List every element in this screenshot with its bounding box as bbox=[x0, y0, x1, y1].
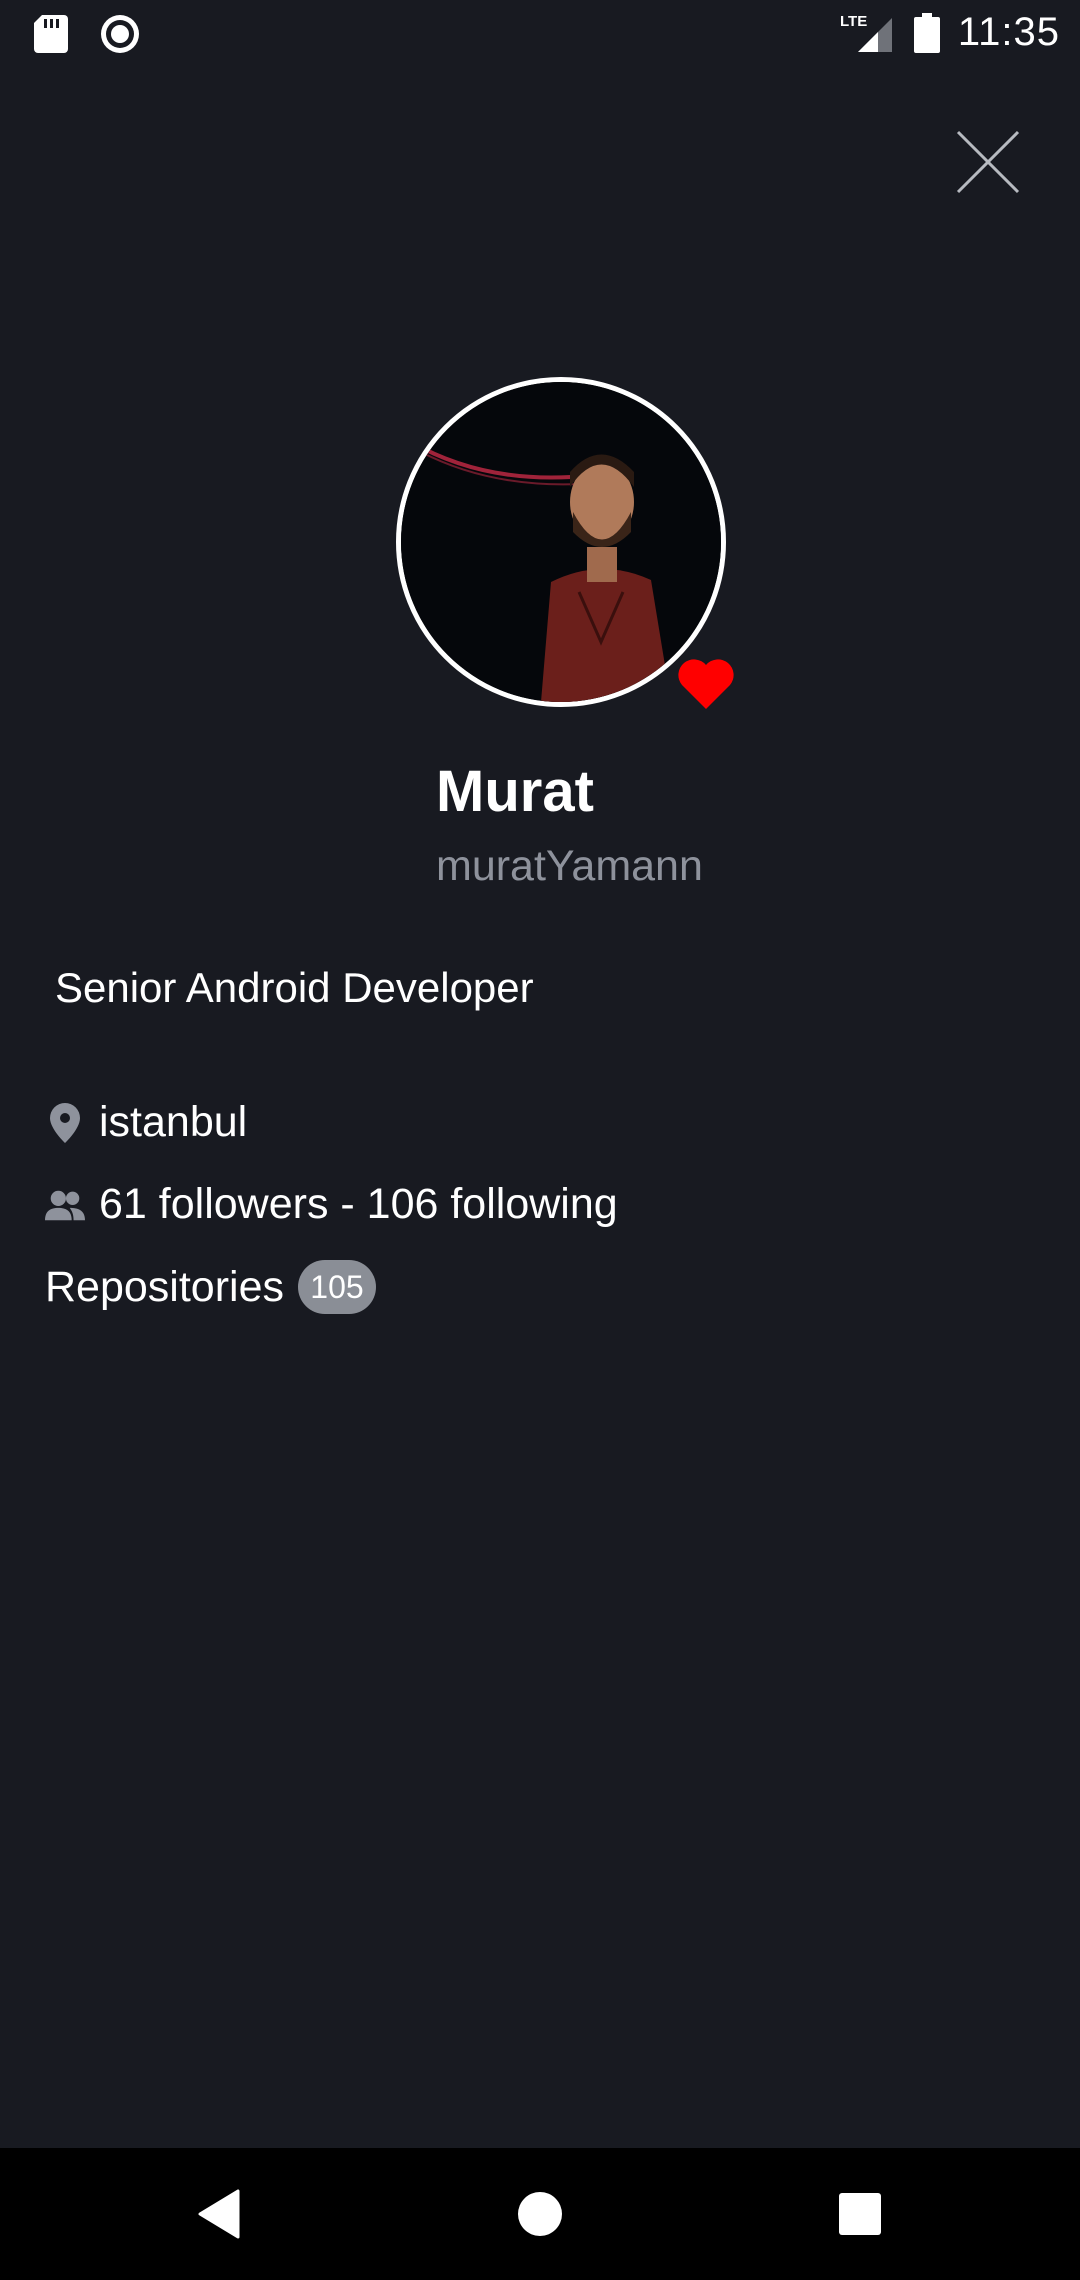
close-icon bbox=[956, 130, 1020, 194]
avatar-photo bbox=[401, 382, 721, 702]
repositories-row[interactable]: Repositories 105 bbox=[45, 1260, 376, 1314]
record-icon bbox=[101, 15, 139, 53]
status-left-icons bbox=[34, 14, 140, 54]
home-icon bbox=[518, 2192, 562, 2236]
home-button[interactable] bbox=[504, 2178, 576, 2250]
back-icon bbox=[198, 2189, 240, 2239]
profile-screen: LTE 11:35 Murat muratYamann Senior Andro… bbox=[0, 0, 1080, 2280]
lte-signal-icon: LTE bbox=[840, 13, 892, 52]
location-text: istanbul bbox=[99, 1098, 248, 1146]
followers-row[interactable]: 61 followers - 106 following bbox=[45, 1180, 618, 1229]
recents-button[interactable] bbox=[824, 2178, 896, 2250]
follow-stats-text: 61 followers - 106 following bbox=[99, 1180, 618, 1228]
people-icon bbox=[45, 1185, 85, 1225]
sd-card-icon bbox=[34, 15, 68, 53]
system-nav-bar bbox=[0, 2148, 1080, 2280]
status-bar: LTE 11:35 bbox=[0, 0, 1080, 66]
profile-username: muratYamann bbox=[436, 842, 703, 890]
location-pin-icon bbox=[45, 1102, 85, 1143]
recents-icon bbox=[839, 2193, 881, 2235]
heart-icon[interactable] bbox=[676, 655, 736, 711]
close-button[interactable] bbox=[950, 124, 1026, 200]
status-time: 11:35 bbox=[957, 10, 1060, 54]
status-right-icons: LTE 11:35 bbox=[840, 10, 1060, 55]
avatar-container bbox=[396, 377, 734, 709]
repositories-label: Repositories bbox=[45, 1262, 284, 1311]
profile-bio: Senior Android Developer bbox=[55, 964, 534, 1011]
back-button[interactable] bbox=[184, 2178, 256, 2250]
svg-text:LTE: LTE bbox=[840, 13, 867, 30]
profile-name: Murat bbox=[436, 759, 594, 824]
repositories-count-badge: 105 bbox=[298, 1260, 376, 1314]
battery-icon bbox=[913, 12, 940, 53]
location-row: istanbul bbox=[45, 1098, 247, 1147]
